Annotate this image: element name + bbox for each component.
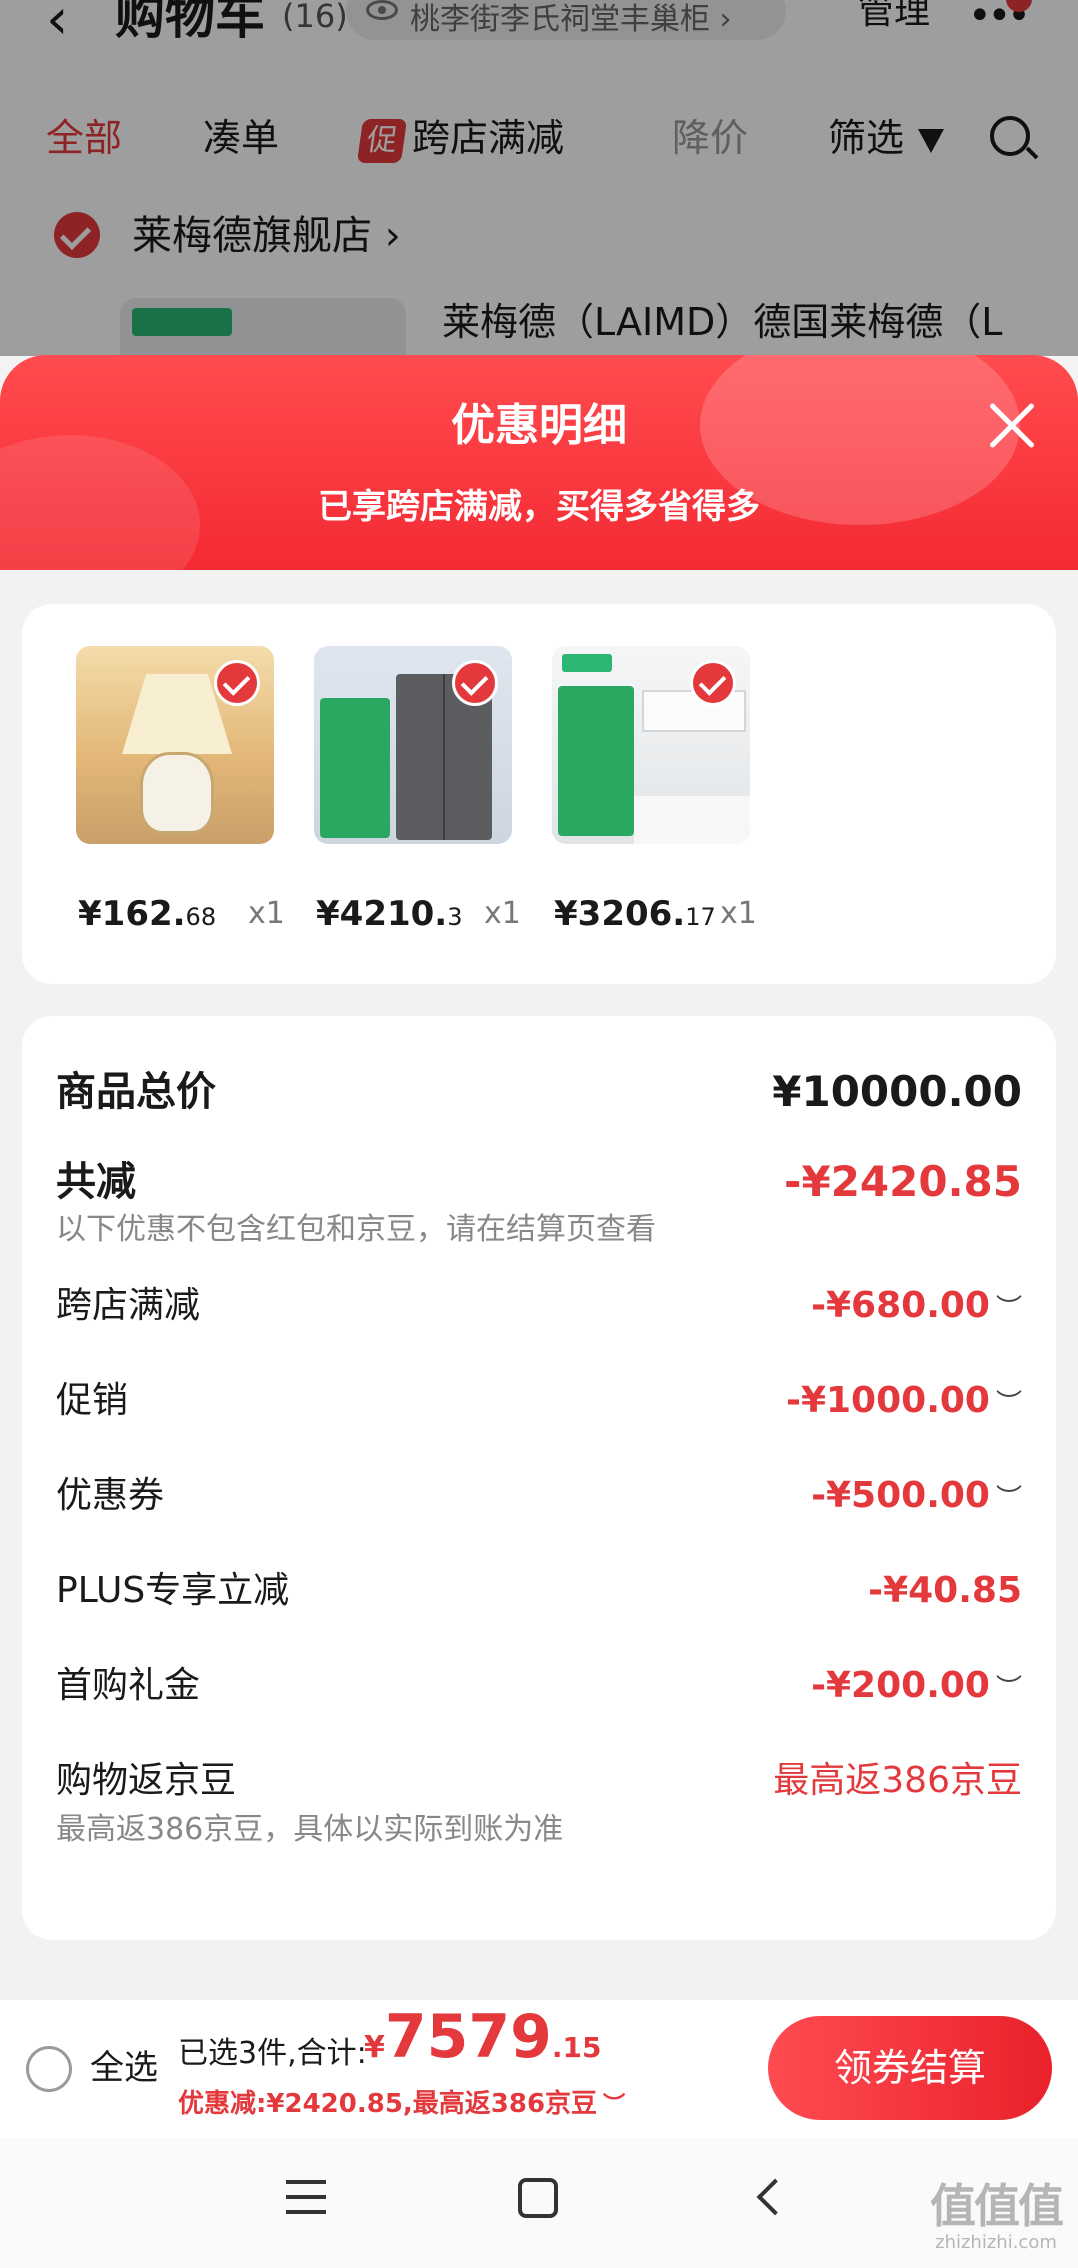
tab-all[interactable]: 全部: [46, 108, 122, 168]
cart-page-backdrop[interactable]: ‹ 购物车 (16) 桃李街李氏祠堂丰巢柜 › 管理 ••• 全部 凑单 促跨店…: [0, 0, 1078, 356]
product-thumbnail-range-hood[interactable]: [552, 646, 750, 844]
more-icon[interactable]: •••: [968, 0, 1031, 36]
product-price: ¥4210.3: [316, 894, 463, 934]
eye-icon: [366, 0, 398, 20]
product-thumbnail-fridge[interactable]: [314, 646, 512, 844]
total-price-label: 商品总价: [56, 1069, 216, 1115]
chevron-down-icon: ︶: [995, 1294, 1022, 1324]
product-thumbnail[interactable]: [120, 298, 406, 356]
cart-title: 购物车: [115, 0, 265, 45]
discount-value: -¥40.85: [868, 1570, 1022, 1611]
discount-value: -¥680.00 ︶: [811, 1285, 1022, 1326]
product-qty: x1: [484, 896, 521, 931]
lamp-base-image: [140, 752, 214, 834]
product-name[interactable]: 莱梅德（LAIMD）德国莱梅德（L: [442, 294, 1002, 350]
watermark: 值值值 zhizhizhi.com: [926, 2180, 1066, 2254]
discount-row-cross-store[interactable]: 跨店满减 -¥680.00 ︶: [56, 1276, 1022, 1336]
cart-count: (16): [282, 0, 348, 35]
product-qty: x1: [248, 896, 285, 931]
manage-button[interactable]: 管理: [858, 0, 930, 34]
price-summary-card: 商品总价 ¥10000.00 共减 -¥2420.85 以下优惠不包含红包和京豆…: [22, 1016, 1056, 1940]
discount-row-plus: PLUS专享立减 -¥40.85: [56, 1561, 1022, 1621]
total-reduction-label: 共减: [56, 1159, 136, 1205]
discount-label: 首购礼金: [56, 1665, 201, 1706]
product-thumbnail-lamp[interactable]: [76, 646, 274, 844]
chevron-down-icon: ︶: [995, 1484, 1022, 1514]
check-icon: [452, 660, 498, 706]
sheet-subtitle: 已享跨店满减，买得多省得多: [318, 487, 760, 527]
tab-bundle[interactable]: 凑单: [203, 108, 279, 168]
address-text: 桃李街李氏祠堂丰巢柜 ›: [410, 2, 732, 37]
select-all-radio[interactable]: [26, 2046, 72, 2092]
check-icon: [214, 660, 260, 706]
selected-count: 已选3件,合计:: [178, 2036, 367, 2071]
sheet-title: 优惠明细: [451, 400, 627, 451]
total-price-value: ¥10000.00: [772, 1067, 1022, 1116]
address-pill[interactable]: 桃李街李氏祠堂丰巢柜 ›: [346, 0, 786, 40]
discount-value: -¥500.00 ︶: [811, 1475, 1022, 1516]
selected-products-card: ¥162.68 x1 ¥4210.3 x1 ¥3206.17 x1: [22, 604, 1056, 984]
back-icon[interactable]: [756, 2178, 794, 2216]
total-reduction-value: -¥2420.85: [784, 1157, 1022, 1206]
close-icon[interactable]: [986, 399, 1038, 451]
chevron-down-icon: ︶: [995, 1674, 1022, 1704]
bean-rebate-label: 购物返京豆: [56, 1760, 237, 1801]
discount-row-promotion[interactable]: 促销 -¥1000.00 ︶: [56, 1371, 1022, 1431]
footer-discount-summary[interactable]: 优惠减:¥2420.85,最高返386京豆 ︶: [178, 2084, 625, 2126]
home-icon[interactable]: [518, 2178, 558, 2218]
discount-label: 跨店满减: [56, 1285, 201, 1326]
cart-header: ‹ 购物车 (16) 桃李街李氏祠堂丰巢柜 › 管理 •••: [0, 0, 1078, 70]
recents-icon[interactable]: [286, 2180, 326, 2214]
select-all-label[interactable]: 全选: [90, 2042, 158, 2094]
stove-image: [634, 796, 750, 844]
chevron-down-icon: ︶: [995, 1389, 1022, 1419]
tab-cross-store-label: 跨店满减: [412, 116, 565, 160]
filter-tabs: 全部 凑单 促跨店满减 降价 筛选: [0, 108, 1078, 168]
product-price: ¥3206.17: [554, 894, 716, 934]
back-icon[interactable]: ‹: [46, 0, 68, 48]
store-name[interactable]: 莱梅德旗舰店 ›: [132, 208, 401, 264]
reduction-hint: 以下优惠不包含红包和京豆，请在结算页查看: [56, 1212, 656, 1247]
chevron-down-icon: ︶: [603, 2093, 626, 2118]
promo-badge: 促: [356, 118, 408, 163]
promo-panel-image: [558, 686, 634, 836]
discount-row-coupon[interactable]: 优惠券 -¥500.00 ︶: [56, 1466, 1022, 1526]
tab-price-drop[interactable]: 降价: [672, 108, 748, 168]
tab-cross-store[interactable]: 促跨店满减: [356, 108, 565, 168]
system-nav-bar: [0, 2138, 1078, 2268]
promo-panel-image: [320, 698, 390, 838]
footer-total: ¥7579.15: [364, 2002, 602, 2072]
watermark-text: zhizhizhi.com: [935, 2232, 1057, 2253]
total-price-row: 商品总价 ¥10000.00: [56, 1062, 1022, 1122]
product-qty: x1: [720, 896, 757, 931]
product-price: ¥162.68: [78, 894, 217, 934]
checkout-bar: 全选 已选3件,合计: ¥7579.15 优惠减:¥2420.85,最高返386…: [0, 2000, 1078, 2138]
discount-label: 促销: [56, 1380, 129, 1421]
store-card: 莱梅德旗舰店 › 莱梅德（LAIMD）德国莱梅德（L: [20, 194, 1056, 356]
brand-logo-image: [562, 654, 612, 672]
bean-rebate-hint: 最高返386京豆，具体以实际到账为准: [56, 1812, 564, 1847]
bean-rebate-value: 最高返386京豆: [773, 1760, 1022, 1801]
funnel-icon: [918, 128, 945, 153]
discount-sheet-header: 优惠明细 已享跨店满减，买得多省得多: [0, 355, 1078, 570]
discount-value: -¥1000.00 ︶: [786, 1380, 1022, 1421]
tab-filter[interactable]: 筛选: [828, 108, 945, 168]
bean-rebate-row: 购物返京豆 最高返386京豆: [56, 1751, 1022, 1811]
discount-label: PLUS专享立减: [56, 1570, 290, 1611]
discount-sheet-body: ¥162.68 x1 ¥4210.3 x1 ¥3206.17 x1 商品总价 ¥…: [0, 570, 1078, 2000]
tab-filter-label: 筛选: [828, 116, 905, 160]
checkout-button[interactable]: 领券结算: [768, 2016, 1052, 2120]
discount-label: 优惠券: [56, 1475, 165, 1516]
store-checkbox[interactable]: [54, 212, 100, 258]
check-icon: [690, 660, 736, 706]
watermark-logo: 值值值: [930, 2179, 1064, 2233]
discount-row-first-purchase[interactable]: 首购礼金 -¥200.00 ︶: [56, 1656, 1022, 1716]
discount-value: -¥200.00 ︶: [811, 1665, 1022, 1706]
search-icon[interactable]: [990, 116, 1030, 156]
notification-badge: [1006, 0, 1032, 12]
total-reduction-row: 共减 -¥2420.85: [56, 1152, 1022, 1212]
